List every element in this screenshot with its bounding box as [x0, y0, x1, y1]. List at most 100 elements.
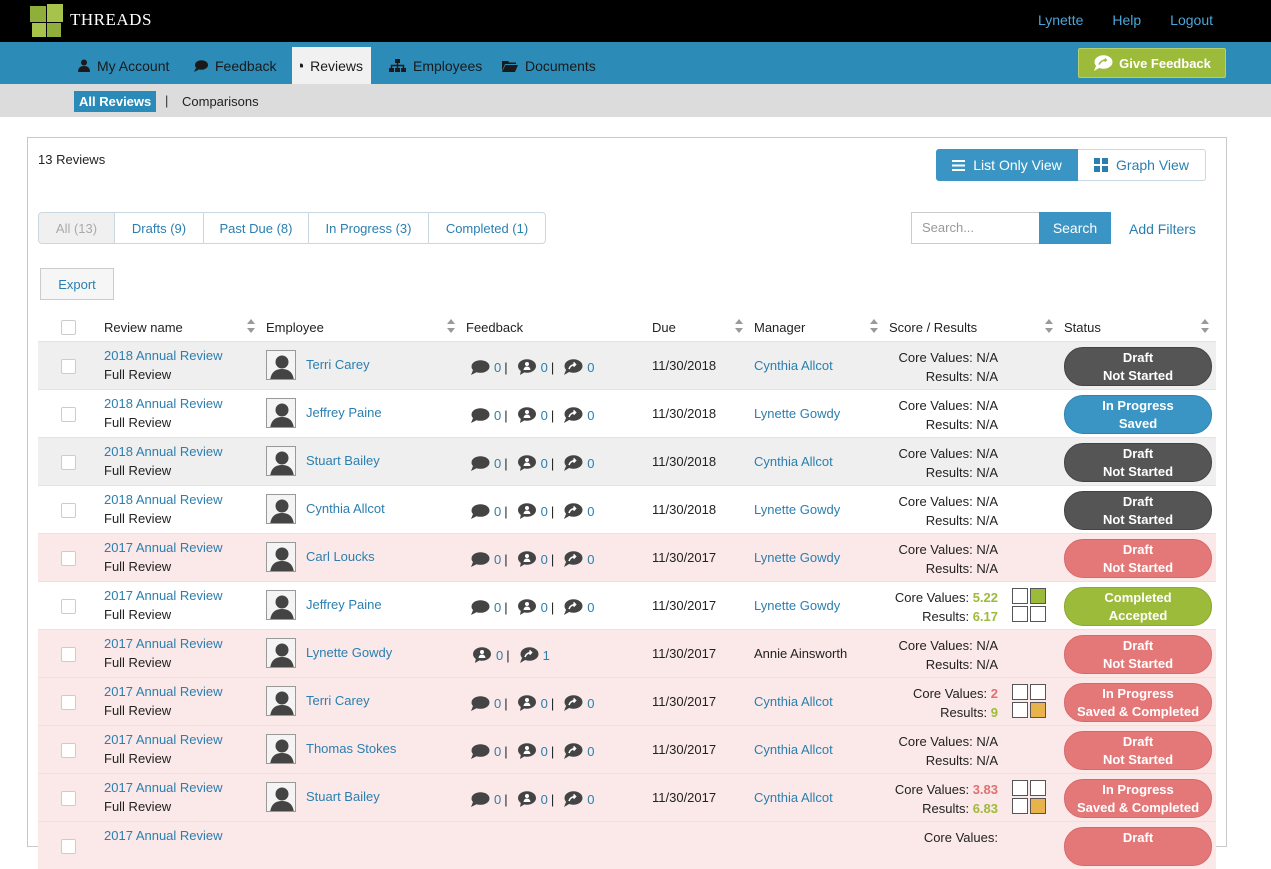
review-name-link[interactable]: 2018 Annual Review	[104, 396, 223, 411]
shared-count[interactable]: 1	[519, 647, 550, 663]
sort-icon[interactable]	[735, 319, 743, 333]
comment-count[interactable]: 0 |	[470, 456, 517, 471]
nav-feedback[interactable]: Feedback	[186, 47, 284, 84]
manager-link[interactable]: Cynthia Allcot	[754, 694, 833, 709]
table-row[interactable]: 2018 Annual Review Full Review Cynthia All…	[38, 485, 1216, 533]
table-row[interactable]: 2018 Annual Review Full Review Stuart Bail…	[38, 437, 1216, 485]
review-name-link[interactable]: 2018 Annual Review	[104, 492, 223, 507]
comment-count[interactable]: 0 |	[470, 600, 517, 615]
sort-icon[interactable]	[1201, 319, 1209, 333]
row-checkbox[interactable]	[61, 647, 76, 662]
filter-past-due[interactable]: Past Due (8)	[203, 213, 308, 243]
status-badge[interactable]: Draft Not Started	[1064, 347, 1212, 386]
shared-count[interactable]: 0	[563, 551, 594, 567]
table-row[interactable]: 2018 Annual Review Full Review Jeffrey Pai…	[38, 389, 1216, 437]
filter-all[interactable]: All (13)	[39, 213, 114, 243]
anonymous-count[interactable]: 0 |	[472, 647, 519, 663]
anonymous-count[interactable]: 0 |	[517, 551, 564, 567]
employee-link[interactable]: Thomas Stokes	[306, 741, 396, 756]
comment-count[interactable]: 0 |	[470, 744, 517, 759]
sort-icon[interactable]	[247, 319, 255, 333]
employee-link[interactable]: Lynette Gowdy	[306, 645, 392, 660]
review-name-link[interactable]: 2018 Annual Review	[104, 444, 223, 459]
anonymous-count[interactable]: 0 |	[517, 695, 564, 711]
shared-count[interactable]: 0	[563, 695, 594, 711]
review-name-link[interactable]: 2017 Annual Review	[104, 732, 223, 747]
score-grid[interactable]	[1012, 780, 1048, 816]
comment-count[interactable]: 0 |	[470, 696, 517, 711]
table-row[interactable]: 2017 Annual Review Core Values: Draft	[38, 821, 1216, 869]
review-name-link[interactable]: 2017 Annual Review	[104, 540, 223, 555]
shared-count[interactable]: 0	[563, 503, 594, 519]
employee-link[interactable]: Jeffrey Paine	[306, 405, 382, 420]
manager-link[interactable]: Lynette Gowdy	[754, 550, 840, 565]
comment-count[interactable]: 0 |	[470, 552, 517, 567]
graph-view-button[interactable]: Graph View	[1078, 149, 1206, 181]
review-name-link[interactable]: 2017 Annual Review	[104, 588, 223, 603]
select-all-checkbox[interactable]	[61, 320, 76, 335]
col-review-name[interactable]: Review name	[104, 320, 183, 335]
status-badge[interactable]: Draft Not Started	[1064, 635, 1212, 674]
logout-link[interactable]: Logout	[1170, 12, 1213, 28]
col-score-results[interactable]: Score / Results	[889, 320, 977, 335]
col-employee[interactable]: Employee	[266, 320, 324, 335]
employee-link[interactable]: Jeffrey Paine	[306, 597, 382, 612]
give-feedback-button[interactable]: Give Feedback	[1078, 48, 1226, 78]
comment-count[interactable]: 0 |	[470, 408, 517, 423]
table-row[interactable]: 2017 Annual Review Full Review Thomas Stok…	[38, 725, 1216, 773]
add-filters-link[interactable]: Add Filters	[1129, 221, 1196, 237]
employee-link[interactable]: Terri Carey	[306, 357, 370, 372]
manager-link[interactable]: Lynette Gowdy	[754, 598, 840, 613]
shared-count[interactable]: 0	[563, 359, 594, 375]
employee-link[interactable]: Carl Loucks	[306, 549, 375, 564]
status-badge[interactable]: Draft Not Started	[1064, 539, 1212, 578]
comment-count[interactable]: 0 |	[470, 792, 517, 807]
comment-count[interactable]: 0 |	[470, 360, 517, 375]
table-row[interactable]: 2017 Annual Review Full Review Jeffrey Pai…	[38, 581, 1216, 629]
status-badge[interactable]: In Progress Saved & Completed	[1064, 683, 1212, 722]
manager-link[interactable]: Cynthia Allcot	[754, 790, 833, 805]
employee-link[interactable]: Stuart Bailey	[306, 789, 380, 804]
manager-link[interactable]: Lynette Gowdy	[754, 406, 840, 421]
nav-employees[interactable]: Employees	[381, 47, 490, 84]
review-name-link[interactable]: 2017 Annual Review	[104, 636, 223, 651]
review-name-link[interactable]: 2017 Annual Review	[104, 780, 223, 795]
user-link[interactable]: Lynette	[1038, 12, 1083, 28]
col-manager[interactable]: Manager	[754, 320, 805, 335]
status-badge[interactable]: Draft Not Started	[1064, 491, 1212, 530]
status-badge[interactable]: Draft	[1064, 827, 1212, 866]
sort-icon[interactable]	[447, 319, 455, 333]
anonymous-count[interactable]: 0 |	[517, 359, 564, 375]
employee-link[interactable]: Terri Carey	[306, 693, 370, 708]
row-checkbox[interactable]	[61, 743, 76, 758]
status-badge[interactable]: In Progress Saved	[1064, 395, 1212, 434]
row-checkbox[interactable]	[61, 791, 76, 806]
anonymous-count[interactable]: 0 |	[517, 791, 564, 807]
export-button[interactable]: Export	[40, 268, 114, 300]
row-checkbox[interactable]	[61, 599, 76, 614]
col-due[interactable]: Due	[652, 320, 676, 335]
filter-in-progress[interactable]: In Progress (3)	[308, 213, 428, 243]
table-row[interactable]: 2017 Annual Review Full Review Stuart Bail…	[38, 773, 1216, 821]
score-grid[interactable]	[1012, 588, 1048, 624]
manager-link[interactable]: Cynthia Allcot	[754, 454, 833, 469]
employee-link[interactable]: Cynthia Allcot	[306, 501, 385, 516]
table-row[interactable]: 2018 Annual Review Full Review Terri Carey…	[38, 341, 1216, 389]
shared-count[interactable]: 0	[563, 791, 594, 807]
list-only-view-button[interactable]: List Only View	[936, 149, 1078, 181]
nav-reviews[interactable]: Reviews	[292, 47, 371, 84]
table-row[interactable]: 2017 Annual Review Full Review Lynette Gow…	[38, 629, 1216, 677]
anonymous-count[interactable]: 0 |	[517, 503, 564, 519]
filter-completed[interactable]: Completed (1)	[428, 213, 545, 243]
subnav-all-reviews[interactable]: All Reviews	[74, 91, 157, 112]
anonymous-count[interactable]: 0 |	[517, 599, 564, 615]
row-checkbox[interactable]	[61, 551, 76, 566]
status-badge[interactable]: Completed Accepted	[1064, 587, 1212, 626]
status-badge[interactable]: Draft Not Started	[1064, 731, 1212, 770]
employee-link[interactable]: Stuart Bailey	[306, 453, 380, 468]
help-link[interactable]: Help	[1112, 12, 1141, 28]
review-name-link[interactable]: 2017 Annual Review	[104, 684, 223, 699]
col-status[interactable]: Status	[1064, 320, 1101, 335]
anonymous-count[interactable]: 0 |	[517, 407, 564, 423]
search-button[interactable]: Search	[1039, 212, 1111, 244]
